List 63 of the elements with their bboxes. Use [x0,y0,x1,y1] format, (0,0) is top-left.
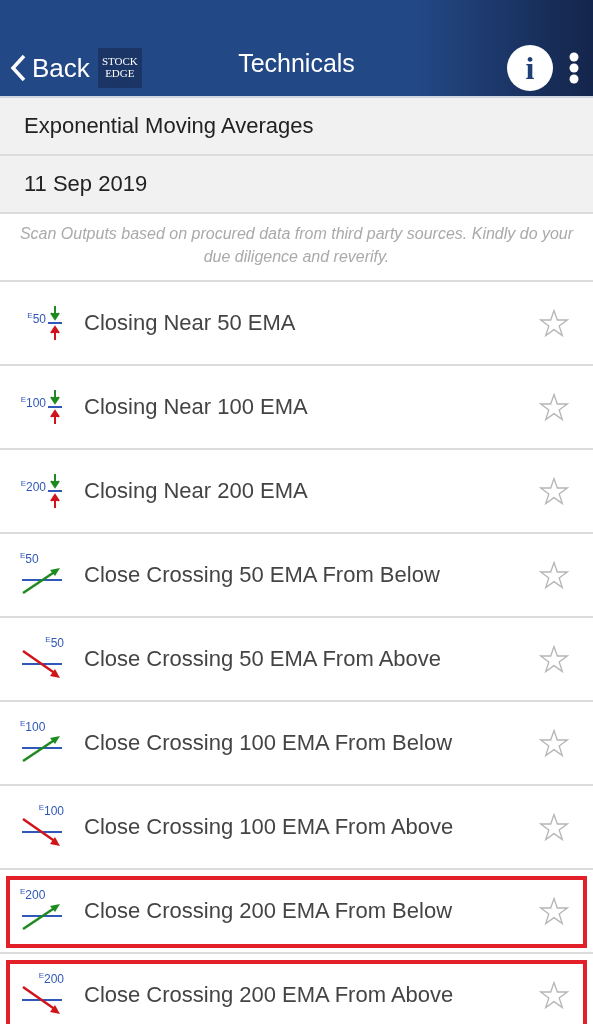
star-button[interactable] [539,728,569,758]
arrows-icon [48,390,62,424]
scan-name: Close Crossing 50 EMA From Above [84,646,443,672]
arrows-icon [48,474,62,508]
ema-label: $^{E}$200 [20,480,46,494]
star-button[interactable] [539,812,569,842]
scan-row[interactable]: $^{E}$50 Close Crossing 50 EMA From Below [0,534,593,618]
more-menu-icon[interactable] [569,52,579,84]
logo: STOCK EDGE [97,48,142,88]
scan-name: Close Crossing 200 EMA From Below [84,898,454,924]
scan-name: Close Crossing 100 EMA From Above [84,814,455,840]
cross-down-icon [22,986,62,1016]
info-button[interactable]: i [507,45,553,91]
disclaimer-text: Scan Outputs based on procured data from third party sources. Kindly do your due diligence and reverify. [0,214,593,282]
star-icon [539,896,569,926]
scan-row[interactable]: $^{E}$100 Closing Near 100 EMA [0,366,593,450]
scan-name: Close Crossing 100 EMA From Below [84,730,454,756]
scan-row[interactable]: $^{E}$50 Closing Near 50 EMA [0,282,593,366]
section-title: Exponential Moving Averages [0,98,593,156]
star-icon [539,644,569,674]
scan-row[interactable]: $^{E}$100 Close Crossing 100 EMA From Below [0,702,593,786]
cross-down-icon [22,650,62,680]
ema-label: $^{E}$100 [20,720,46,734]
star-button[interactable] [539,560,569,590]
star-button[interactable] [539,980,569,1010]
cross-up-icon [22,566,62,594]
chevron-left-icon [10,54,26,82]
highlighted-scan-row[interactable]: $^{E}$200 Close Crossing 200 EMA From Below [0,870,593,954]
screen-title: Technicals [238,49,355,78]
scan-name: Close Crossing 50 EMA From Below [84,562,441,588]
star-button[interactable] [539,644,569,674]
star-button[interactable] [539,476,569,506]
highlighted-scan-row[interactable]: $^{E}$200 Close Crossing 200 EMA From Above [0,954,593,1024]
cross-up-icon [22,734,62,762]
star-button[interactable] [539,308,569,338]
scan-row[interactable]: $^{E}$100 Close Crossing 100 EMA From Above [0,786,593,870]
star-icon [539,728,569,758]
star-icon [539,560,569,590]
ema-label: $^{E}$50 [20,552,39,566]
cross-up-icon [22,902,62,930]
ema-label: $^{E}$200 [38,972,64,986]
star-button[interactable] [539,392,569,422]
date-label: 11 Sep 2019 [0,156,593,214]
ema-label: $^{E}$50 [27,312,46,326]
ema-label: $^{E}$100 [20,396,46,410]
star-icon [539,476,569,506]
ema-label: $^{E}$50 [45,636,64,650]
scan-row[interactable]: $^{E}$200 Closing Near 200 EMA [0,450,593,534]
ema-label: $^{E}$100 [38,804,64,818]
scan-name: Close Crossing 200 EMA From Above [84,982,455,1008]
star-icon [539,308,569,338]
cross-down-icon [22,818,62,848]
arrows-icon [48,306,62,340]
ema-label: $^{E}$200 [20,888,46,902]
scan-row[interactable]: $^{E}$50 Close Crossing 50 EMA From Above [0,618,593,702]
star-icon [539,812,569,842]
scan-name: Closing Near 200 EMA [84,478,309,504]
star-button[interactable] [539,896,569,926]
back-button[interactable]: Back [10,52,90,84]
scan-name: Closing Near 100 EMA [84,394,309,420]
star-icon [539,980,569,1010]
scan-name: Closing Near 50 EMA [84,310,297,336]
star-icon [539,392,569,422]
